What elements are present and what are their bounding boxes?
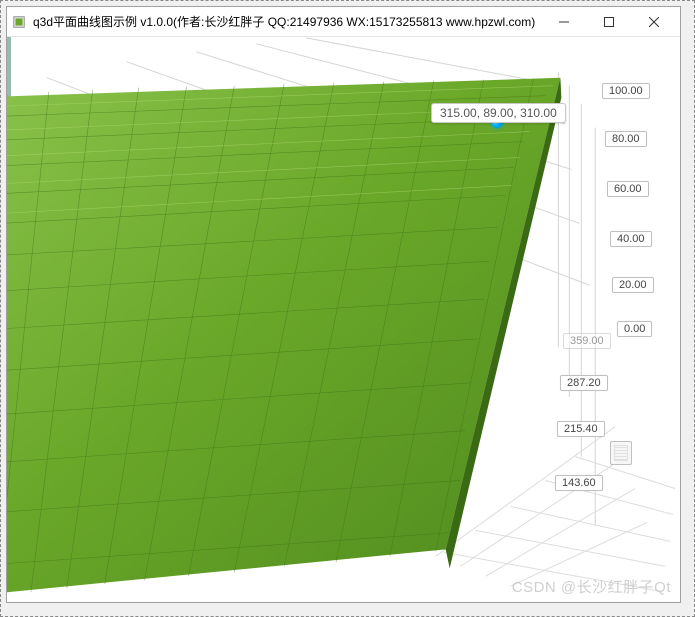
- z-tick-3: 40.00: [610, 231, 652, 247]
- close-button[interactable]: [631, 8, 676, 36]
- z-tick-2: 60.00: [607, 181, 649, 197]
- plot-client-area: 315.00, 89.00, 310.00 100.00 80.00 60.00…: [7, 37, 680, 602]
- surface-polygon: [7, 78, 560, 596]
- z-tick-1: 80.00: [605, 131, 647, 147]
- surface-svg: [7, 37, 680, 602]
- point-tooltip: 315.00, 89.00, 310.00: [431, 103, 566, 123]
- z-tick-5: 0.00: [617, 321, 652, 337]
- maximize-button[interactable]: [586, 8, 631, 36]
- titlebar[interactable]: q3d平面曲线图示例 v1.0.0(作者:长沙红胖子 QQ:21497936 W…: [7, 7, 680, 37]
- window-title: q3d平面曲线图示例 v1.0.0(作者:长沙红胖子 QQ:21497936 W…: [33, 13, 541, 30]
- depth-tick-2: 215.40: [557, 421, 605, 437]
- app-window: q3d平面曲线图示例 v1.0.0(作者:长沙红胖子 QQ:21497936 W…: [6, 6, 681, 603]
- window-controls: [541, 8, 676, 36]
- z-tick-4: 20.00: [612, 277, 654, 293]
- depth-tick-0: 359.00: [563, 333, 611, 349]
- z-tick-0: 100.00: [602, 83, 650, 99]
- view-mode-icon[interactable]: [610, 441, 632, 465]
- depth-tick-1: 287.20: [560, 375, 608, 391]
- minimize-button[interactable]: [541, 8, 586, 36]
- app-icon: [11, 14, 27, 30]
- depth-tick-3: 143.60: [555, 475, 603, 491]
- surface-3d-plot[interactable]: 315.00, 89.00, 310.00 100.00 80.00 60.00…: [7, 37, 680, 602]
- watermark-text: CSDN @长沙红胖子Qt: [512, 576, 671, 597]
